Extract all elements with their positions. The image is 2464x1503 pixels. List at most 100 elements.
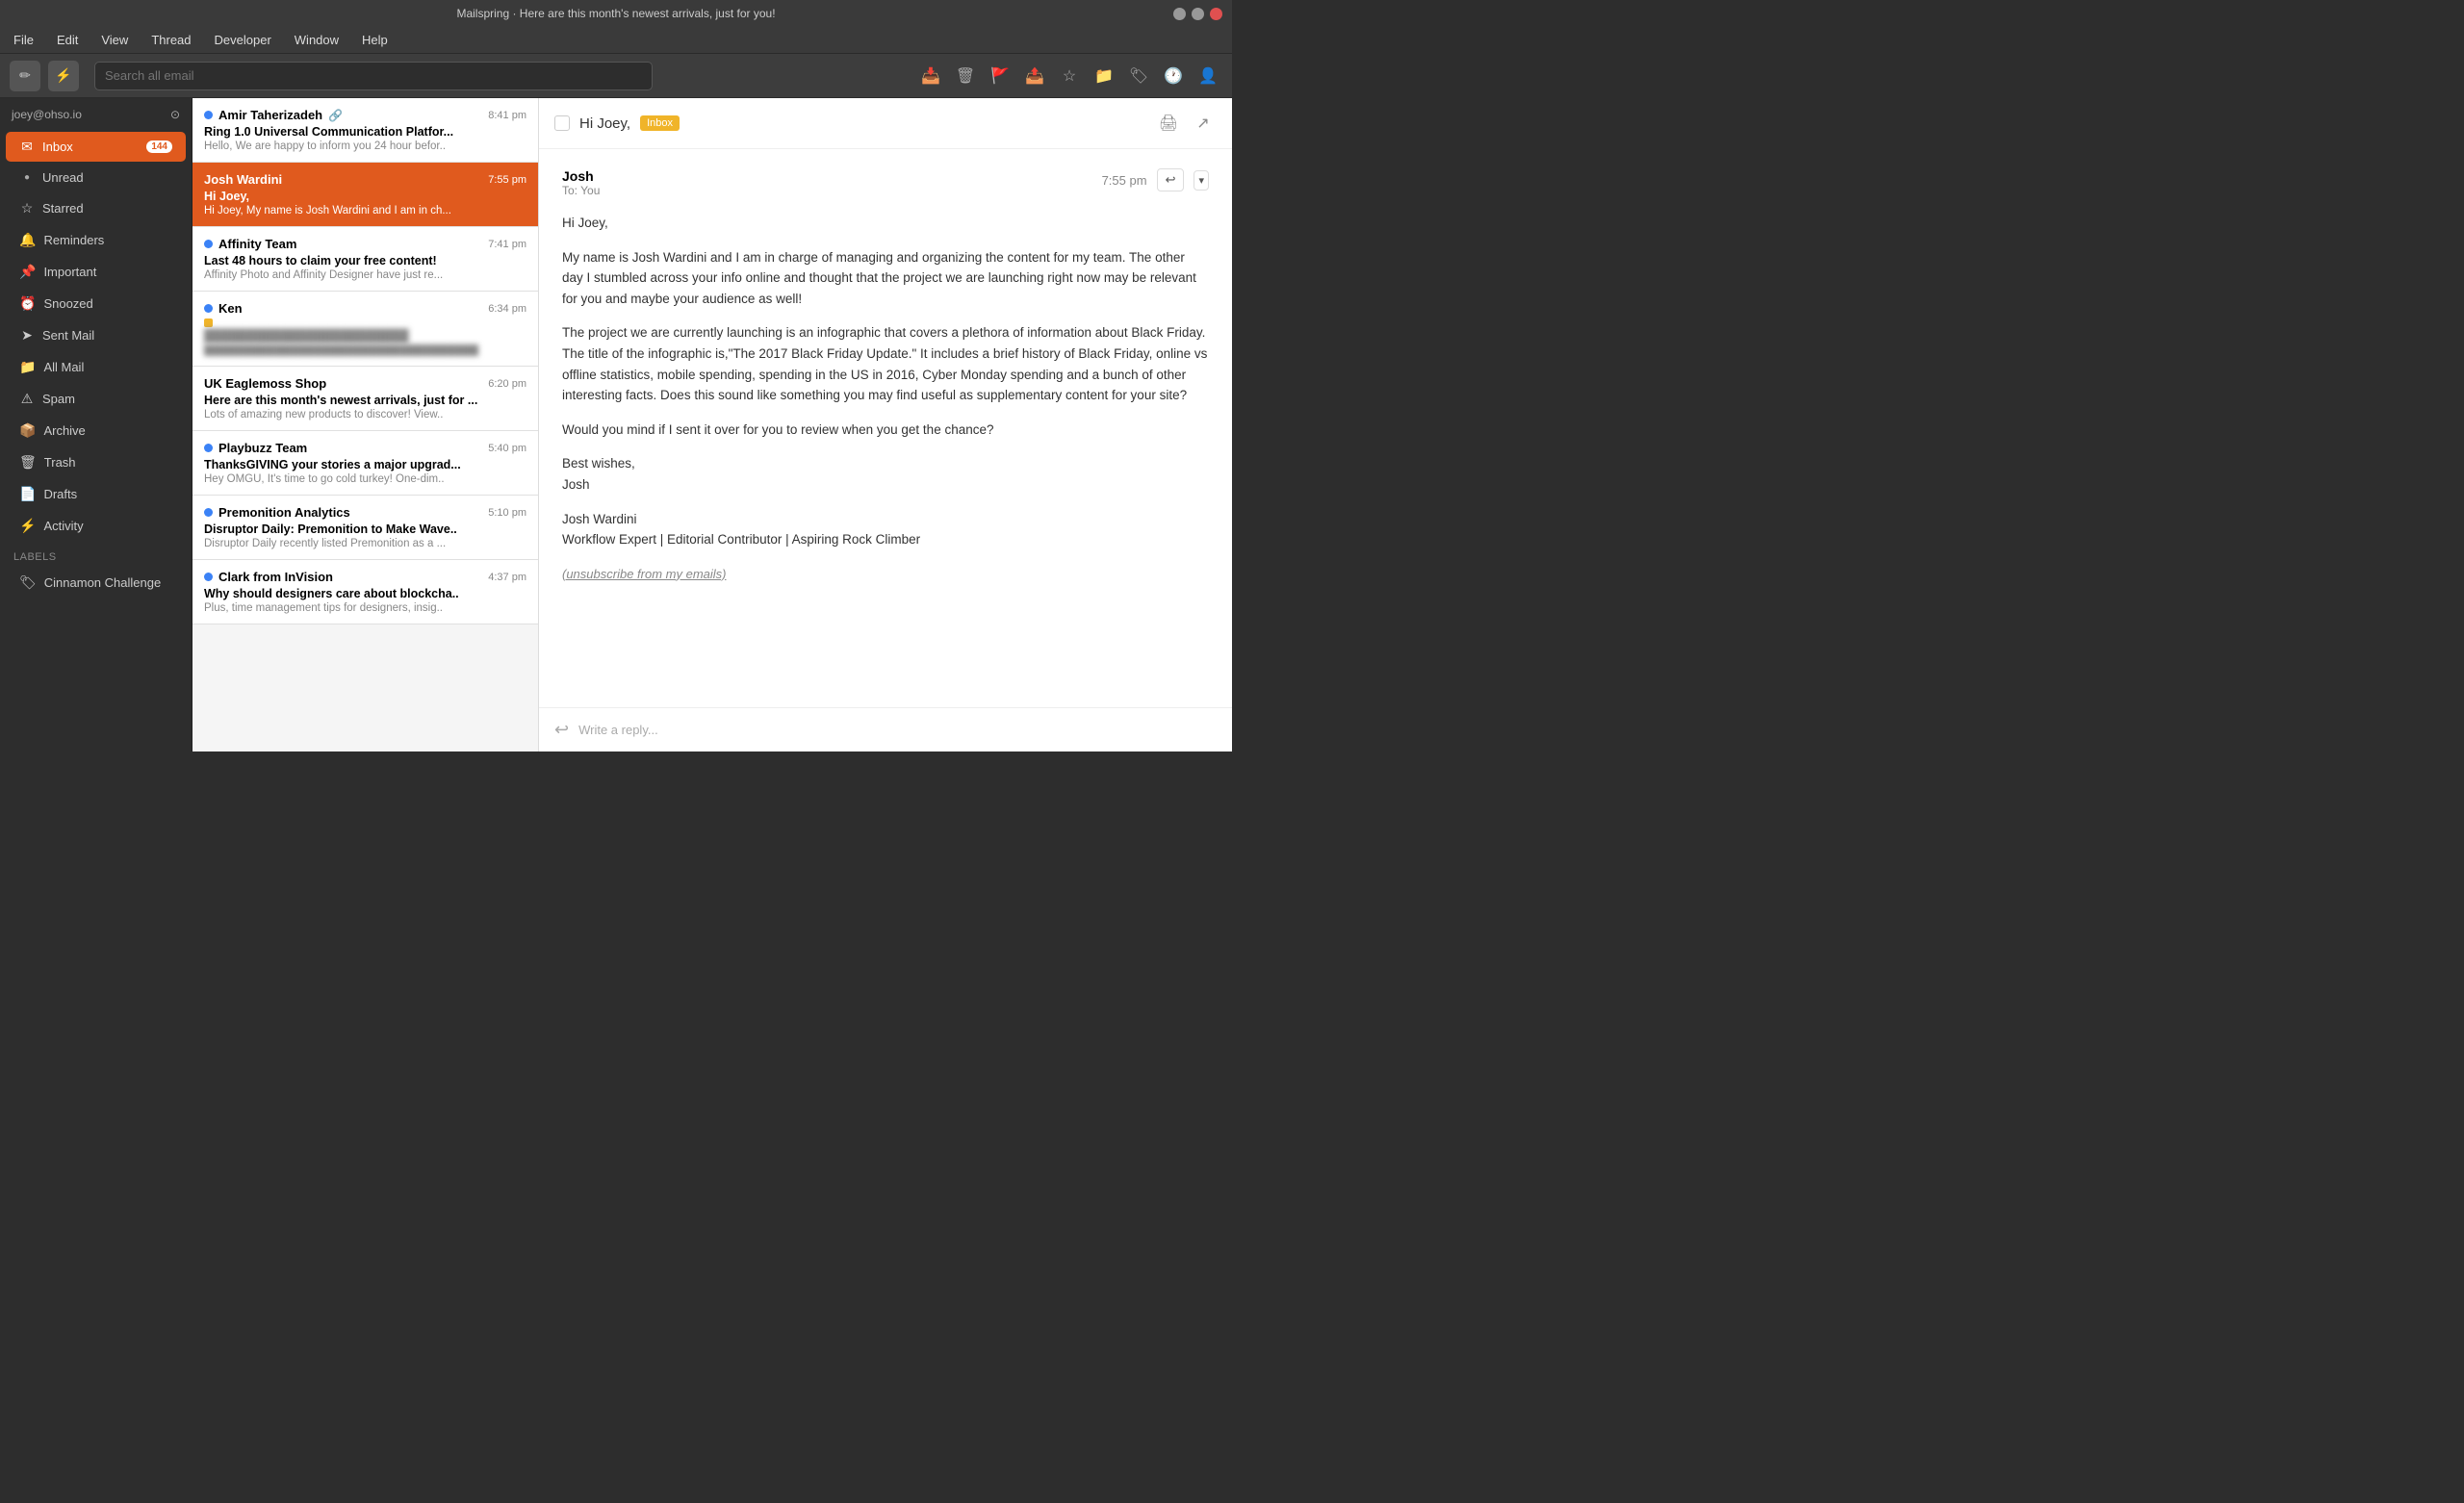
sender-name: Playbuzz Team bbox=[218, 441, 307, 455]
sidebar-item-label: Snoozed bbox=[43, 296, 92, 311]
list-item[interactable]: Playbuzz Team 5:40 pm ThanksGIVING your … bbox=[192, 431, 538, 496]
external-button[interactable]: ↗ bbox=[1190, 110, 1217, 137]
print-icon: 🖨 bbox=[1159, 114, 1178, 133]
sidebar-item-sent[interactable]: ➤ Sent Mail bbox=[6, 320, 186, 350]
inbox-badge: 144 bbox=[146, 140, 172, 153]
trash-icon: 🗑 bbox=[19, 454, 37, 471]
list-item[interactable]: Ken 6:34 pm ████████████████████████ ███… bbox=[192, 292, 538, 367]
email-body: Hi Joey, My name is Josh Wardini and I a… bbox=[562, 213, 1209, 585]
print-button[interactable]: 🖨 bbox=[1155, 110, 1182, 137]
email-preview: Hey OMGU, It's time to go cold turkey! O… bbox=[204, 473, 526, 485]
close-button[interactable] bbox=[1210, 8, 1222, 20]
menu-view[interactable]: View bbox=[97, 31, 132, 49]
body-para-3: Would you mind if I sent it over for you… bbox=[562, 420, 1209, 441]
sidebar-item-inbox[interactable]: ✉ Inbox 144 bbox=[6, 132, 186, 162]
email-list: Amir Taherizadeh 🔗 8:41 pm Ring 1.0 Univ… bbox=[192, 98, 539, 752]
tag-icon: 🏷 bbox=[1129, 66, 1148, 86]
lightning-button[interactable]: ⚡ bbox=[48, 61, 79, 91]
menu-edit[interactable]: Edit bbox=[53, 31, 82, 49]
sender-name: Clark from InVision bbox=[218, 570, 333, 584]
sidebar-item-starred[interactable]: ☆ Starred bbox=[6, 193, 186, 223]
email-preview: Plus, time management tips for designers… bbox=[204, 602, 526, 614]
maximize-button[interactable] bbox=[1192, 8, 1204, 20]
folder-toolbar-button[interactable]: 📁 bbox=[1090, 62, 1118, 90]
email-sender: Premonition Analytics bbox=[204, 505, 350, 520]
account-settings-icon[interactable]: ⊙ bbox=[170, 108, 180, 121]
email-checkbox[interactable] bbox=[554, 115, 570, 131]
label-indicator bbox=[204, 318, 213, 327]
email-time: 8:41 pm bbox=[488, 110, 526, 121]
star-toolbar-button[interactable]: ☆ bbox=[1055, 62, 1084, 90]
from-to: To: You bbox=[562, 184, 600, 197]
sidebar-item-important[interactable]: 📌 Important bbox=[6, 257, 186, 287]
clock-icon: 🕐 bbox=[1164, 66, 1183, 86]
email-preview: Affinity Photo and Affinity Designer hav… bbox=[204, 269, 526, 281]
reply-area[interactable]: ↩ Write a reply... bbox=[539, 707, 1232, 752]
sender-name: Premonition Analytics bbox=[218, 505, 350, 520]
labels-section: Labels bbox=[0, 542, 192, 567]
sidebar-item-cinnamon[interactable]: 🏷 Cinnamon Challenge bbox=[6, 568, 186, 598]
list-item[interactable]: Affinity Team 7:41 pm Last 48 hours to c… bbox=[192, 227, 538, 292]
sidebar-item-allmail[interactable]: 📁 All Mail bbox=[6, 352, 186, 382]
list-item[interactable]: UK Eaglemoss Shop 6:20 pm Here are this … bbox=[192, 367, 538, 431]
menu-file[interactable]: File bbox=[10, 31, 38, 49]
sidebar-item-snoozed[interactable]: ⏰ Snoozed bbox=[6, 289, 186, 318]
from-name: Josh bbox=[562, 168, 600, 184]
unread-indicator bbox=[204, 111, 213, 119]
sidebar-item-reminders[interactable]: 🔔 Reminders bbox=[6, 225, 186, 255]
search-input[interactable] bbox=[94, 62, 653, 90]
sender-name: UK Eaglemoss Shop bbox=[204, 376, 326, 391]
email-preview: Lots of amazing new products to discover… bbox=[204, 409, 526, 420]
sidebar-item-drafts[interactable]: 📄 Drafts bbox=[6, 479, 186, 509]
from-info: Josh To: You bbox=[562, 168, 600, 197]
sidebar-item-label: Spam bbox=[42, 392, 75, 406]
sidebar-item-archive[interactable]: 📦 Archive bbox=[6, 416, 186, 446]
compose-button[interactable]: ✏ bbox=[10, 61, 40, 91]
sender-name: Amir Taherizadeh bbox=[218, 108, 322, 122]
menu-help[interactable]: Help bbox=[358, 31, 392, 49]
trash-icon: 🗑 bbox=[956, 66, 975, 86]
person-toolbar-button[interactable]: 👤 bbox=[1194, 62, 1222, 90]
snoozed-icon: ⏰ bbox=[19, 295, 36, 312]
main-layout: joey@ohso.io ⊙ ✉ Inbox 144 ● Unread ☆ St… bbox=[0, 98, 1232, 752]
menu-thread[interactable]: Thread bbox=[147, 31, 194, 49]
list-item[interactable]: Premonition Analytics 5:10 pm Disruptor … bbox=[192, 496, 538, 560]
titlebar: Mailspring · Here are this month's newes… bbox=[0, 0, 1232, 27]
sidebar-item-unread[interactable]: ● Unread bbox=[6, 164, 186, 191]
minimize-button[interactable] bbox=[1173, 8, 1186, 20]
email-time: 7:55 pm bbox=[488, 174, 526, 186]
email-items: Amir Taherizadeh 🔗 8:41 pm Ring 1.0 Univ… bbox=[192, 98, 538, 752]
reply-button[interactable]: ↩ bbox=[1157, 168, 1185, 191]
sender-name: Ken bbox=[218, 301, 243, 316]
sidebar: joey@ohso.io ⊙ ✉ Inbox 144 ● Unread ☆ St… bbox=[0, 98, 192, 752]
trash-toolbar-button[interactable]: 🗑 bbox=[951, 62, 980, 90]
label-icon: 🏷 bbox=[19, 574, 37, 591]
sidebar-item-activity[interactable]: ⚡ Activity bbox=[6, 511, 186, 541]
report-toolbar-button[interactable]: 🚩 bbox=[986, 62, 1014, 90]
send-toolbar-button[interactable]: 📤 bbox=[1020, 62, 1049, 90]
search-container bbox=[94, 62, 653, 90]
menu-developer[interactable]: Developer bbox=[211, 31, 275, 49]
email-subject: Disruptor Daily: Premonition to Make Wav… bbox=[204, 522, 526, 536]
body-greeting: Hi Joey, bbox=[562, 213, 1209, 234]
email-subject: Why should designers care about blockcha… bbox=[204, 587, 526, 600]
list-item[interactable]: Josh Wardini 7:55 pm Hi Joey, Hi Joey, M… bbox=[192, 163, 538, 227]
sidebar-item-spam[interactable]: ⚠ Spam bbox=[6, 384, 186, 414]
lightning-icon: ⚡ bbox=[55, 67, 71, 84]
unsubscribe-link[interactable]: (unsubscribe from my emails) bbox=[562, 567, 727, 581]
tag-toolbar-button[interactable]: 🏷 bbox=[1124, 62, 1153, 90]
reply-dropdown-button[interactable]: ▾ bbox=[1194, 170, 1209, 191]
menu-window[interactable]: Window bbox=[291, 31, 343, 49]
sidebar-item-trash[interactable]: 🗑 Trash bbox=[6, 447, 186, 477]
email-time: 4:37 pm bbox=[488, 572, 526, 583]
clock-toolbar-button[interactable]: 🕐 bbox=[1159, 62, 1188, 90]
list-item[interactable]: Clark from InVision 4:37 pm Why should d… bbox=[192, 560, 538, 624]
list-item[interactable]: Amir Taherizadeh 🔗 8:41 pm Ring 1.0 Univ… bbox=[192, 98, 538, 163]
email-subject: Here are this month's newest arrivals, j… bbox=[204, 394, 526, 407]
archive-toolbar-button[interactable]: 📥 bbox=[916, 62, 945, 90]
starred-icon: ☆ bbox=[19, 200, 35, 217]
compose-icon: ✏ bbox=[19, 67, 31, 84]
important-icon: 📌 bbox=[19, 264, 36, 280]
email-detail: Hi Joey, Inbox 🖨 ↗ Josh To: You 7:55 pm bbox=[539, 98, 1232, 752]
person-icon: 👤 bbox=[1198, 66, 1218, 86]
